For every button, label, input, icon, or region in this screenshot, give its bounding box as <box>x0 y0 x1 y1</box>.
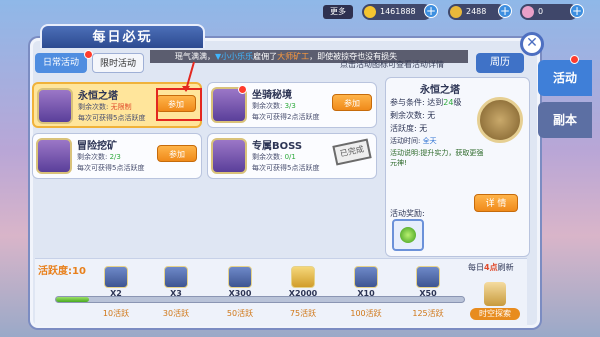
add-gold-button[interactable]: + <box>424 4 438 18</box>
milestone-reward[interactable]: X2000 75活跃 <box>285 266 321 318</box>
milestone-reward[interactable]: X3 30活跃 <box>158 266 194 318</box>
tab-limited[interactable]: 限时活动 <box>92 53 144 73</box>
card-count: 剩余次数: 0/1 <box>252 153 296 161</box>
notification-dot <box>570 55 579 64</box>
coin-icon <box>450 6 462 18</box>
milestone-qty: X2000 <box>288 289 318 298</box>
reward-badge-icon <box>228 266 252 288</box>
detail-title: 永恒之塔 <box>420 85 460 96</box>
detail-condition: 参与条件: 达到24级 <box>390 98 462 107</box>
hint-text: 点击活动图标可查看活动详情 <box>340 60 444 69</box>
milestone-label: 100活跃 <box>350 309 382 318</box>
card-name: 坐骑秘境 <box>252 90 292 101</box>
tab-daily[interactable]: 日常活动 <box>35 53 87 73</box>
mining-icon <box>36 138 72 174</box>
progress-fill <box>56 297 89 302</box>
milestone-reward[interactable]: X10 100活跃 <box>348 266 384 318</box>
side-tab-activity[interactable]: 活动 <box>538 60 592 96</box>
milestone-label: 30活跃 <box>162 309 190 318</box>
tutorial-arrow-icon <box>182 61 195 92</box>
tower-emblem-icon <box>477 97 523 143</box>
close-icon[interactable]: ✕ <box>520 32 544 56</box>
reward-badge-icon <box>354 266 378 288</box>
milestone-reward[interactable]: X300 50活跃 <box>222 266 258 318</box>
gem-amount: 0 <box>538 7 544 16</box>
news-text: 雇佣了 <box>253 52 278 61</box>
card-name: 永恒之塔 <box>78 91 118 102</box>
hourglass-icon <box>484 282 506 306</box>
coin-amount: 2488 <box>466 7 487 16</box>
boss-icon <box>211 138 247 174</box>
more-button[interactable]: 更多 <box>323 5 353 19</box>
join-button[interactable]: 参加 <box>157 145 197 162</box>
milestone-qty: X300 <box>228 289 252 298</box>
milestone-reward[interactable]: X50 125活跃 <box>410 266 446 318</box>
coin-counter: 2488 + <box>448 4 512 20</box>
milestone-label: 50活跃 <box>226 309 254 318</box>
gold-amount: 1461888 <box>380 7 416 16</box>
detail-remaining: 剩余次数: 无 <box>390 111 436 120</box>
milestone-label: 125活跃 <box>412 309 444 318</box>
detail-button[interactable]: 详 情 <box>474 194 518 212</box>
add-gem-button[interactable]: + <box>570 4 584 18</box>
milestone-qty: X2 <box>110 289 122 298</box>
gem-counter: 0 + <box>520 4 584 20</box>
diamond-icon <box>522 6 534 18</box>
card-count: 剩余次数: 2/3 <box>77 153 121 161</box>
detail-activity: 活跃度: 无 <box>390 124 428 133</box>
reward-chest-icon <box>104 266 128 288</box>
card-count: 剩余次数: 无限制 <box>78 103 132 111</box>
completed-stamp: 已完成 <box>332 138 372 166</box>
card-bonus: 每次可获得5点活跃度 <box>78 114 146 122</box>
activity-points-label: 活跃度:10 <box>38 266 86 277</box>
panel-title: 每日必玩 <box>40 24 205 48</box>
gold-counter: 1461888 + <box>362 4 438 20</box>
reward-gem-icon[interactable] <box>392 219 424 251</box>
activity-card-mount-realm[interactable]: 坐骑秘境 剩余次数: 3/3 每次可获得2点活跃度 参加 <box>207 82 377 128</box>
detail-time: 活动时间: 全天 <box>390 137 437 145</box>
news-item: 大师矿工 <box>277 52 310 61</box>
milestone-qty: X10 <box>357 289 375 298</box>
notification-dot <box>238 85 247 94</box>
milestone-label: 10活跃 <box>102 309 130 318</box>
add-coin-button[interactable]: + <box>498 4 512 18</box>
card-bonus: 每次可获得5点活跃度 <box>77 164 145 172</box>
reward-coin-icon <box>291 266 315 288</box>
milestone-qty: X3 <box>170 289 182 298</box>
gold-star-icon <box>364 6 376 18</box>
reward-label: 活动奖励: <box>390 209 425 218</box>
refresh-note: 每日4点刷新 <box>468 263 514 272</box>
activity-card-boss[interactable]: 专属BOSS 剩余次数: 0/1 每次可获得5点活跃度 已完成 <box>207 133 377 179</box>
card-bonus: 每次可获得5点活跃度 <box>252 164 320 172</box>
news-player: ▼小小乐乐 <box>215 52 254 61</box>
milestone-reward[interactable]: X2 10活跃 <box>98 266 134 318</box>
weekly-calendar-button[interactable]: 周历 <box>476 53 524 73</box>
tower-icon <box>37 88 73 124</box>
side-tab-dungeon[interactable]: 副本 <box>538 102 592 138</box>
card-name: 冒险挖矿 <box>77 141 117 152</box>
join-button[interactable]: 参加 <box>332 94 372 111</box>
detail-description: 活动说明:提升实力，获取更强元神! <box>390 149 484 167</box>
card-name: 专属BOSS <box>252 141 303 152</box>
activity-card-mining[interactable]: 冒险挖矿 剩余次数: 2/3 每次可获得5点活跃度 参加 <box>32 133 202 179</box>
timespace-explore-button[interactable]: 时空探索 <box>470 282 520 322</box>
reward-badge-icon <box>416 266 440 288</box>
milestone-qty: X50 <box>419 289 437 298</box>
reward-scroll-icon <box>164 266 188 288</box>
card-count: 剩余次数: 3/3 <box>252 102 296 110</box>
timespace-label: 时空探索 <box>470 308 520 320</box>
card-bonus: 每次可获得2点活跃度 <box>252 113 320 121</box>
milestone-label: 75活跃 <box>289 309 317 318</box>
